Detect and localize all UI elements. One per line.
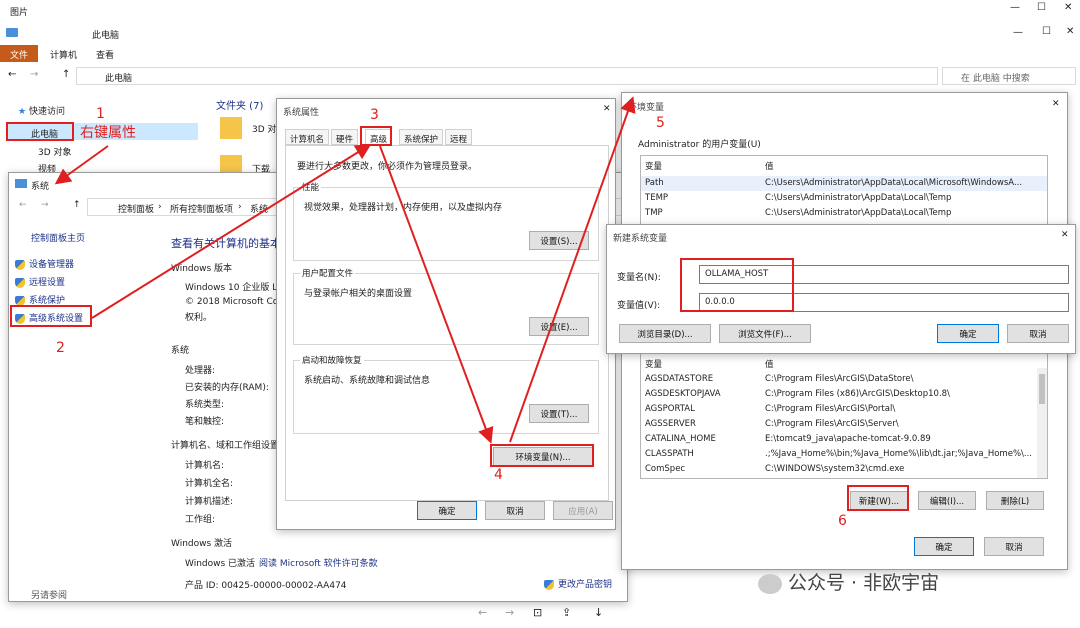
arrow-2 — [91, 143, 372, 319]
wechat-icon — [758, 573, 782, 594]
arrow-1 — [54, 145, 109, 185]
arrow-4 — [509, 96, 636, 443]
watermark: 公众号 · 非欧宇宙 — [758, 568, 939, 595]
arrow-3 — [379, 145, 494, 444]
annotation-arrows — [54, 96, 636, 444]
